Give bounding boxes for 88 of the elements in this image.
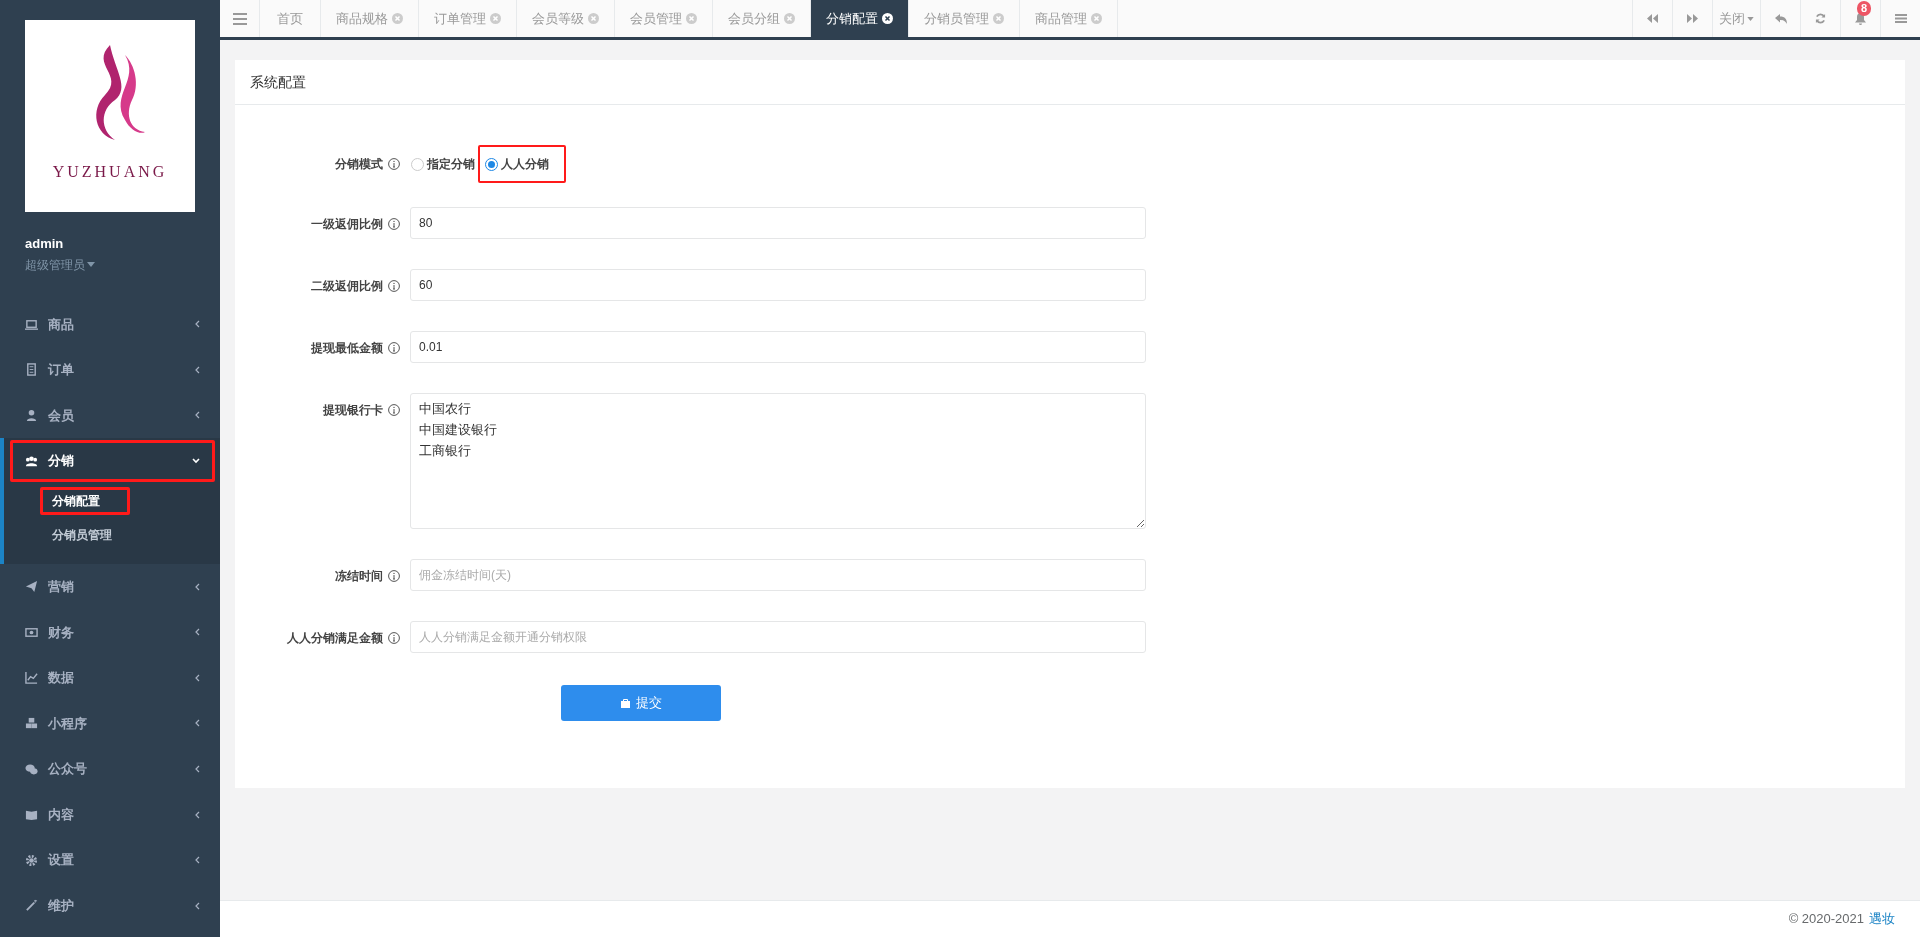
info-icon [388,218,400,230]
menu-item[interactable]: 公众号 [0,746,220,792]
footer-link[interactable]: 遇妆 [1869,909,1895,929]
text-area[interactable]: 中国农行 中国建设银行 工商银行 [410,393,1146,529]
field-label: 分销模式 [335,156,383,173]
info-icon [388,404,400,416]
card-title: 系统配置 [250,72,306,92]
submenu-item[interactable]: 分销员管理 [4,517,220,552]
chevron-left-icon [195,856,200,865]
menu-item[interactable]: 营销 [0,563,220,610]
double-right-icon [1687,14,1698,23]
line-chart-icon [25,671,38,685]
chevron-left-icon [195,810,200,819]
tab[interactable]: 分销员管理 [909,0,1020,37]
info-icon [388,158,400,170]
info-icon [388,570,400,582]
submit-button[interactable]: 提交 [561,685,721,721]
menu-item[interactable]: 数据 [0,655,220,701]
chevron-left-icon [195,673,200,682]
laptop-icon [25,317,38,331]
tab[interactable]: 会员等级 [517,0,615,37]
chat-icon [25,762,38,776]
info-icon [388,632,400,644]
input-field[interactable]: 人人分销满足金额开通分销权限 [410,621,1146,653]
info-icon [388,342,400,354]
cubes-icon [25,716,38,730]
input-field[interactable]: 佣金冻结时间(天) [410,559,1146,591]
radio-option[interactable]: 指定分销 [408,151,478,177]
copyright-text: © 2020-2021 [1788,910,1864,929]
bell-icon [1855,12,1866,25]
field-label: 人人分销满足金额 [287,630,383,647]
close-dropdown[interactable]: 关闭 [1712,0,1760,37]
menu-item[interactable]: 财务 [0,609,220,656]
menu-item[interactable]: 内容 [0,791,220,838]
info-icon [388,280,400,292]
user-name: admin [25,235,65,253]
field-label: 一级返佣比例 [311,216,383,233]
menu-item[interactable]: 商品 [0,301,220,348]
menu-item[interactable]: 小程序 [0,700,220,747]
chevron-left-icon [195,901,200,910]
chevron-left-icon [195,411,200,420]
user-icon [25,409,38,422]
settings-icon [25,853,38,867]
input-field[interactable]: 0.01 [410,331,1146,363]
menu-item[interactable]: 维护 [0,883,220,929]
menu-item[interactable]: 会员 [0,392,220,439]
chevron-left-icon [195,320,200,329]
input-field[interactable]: 80 [410,207,1146,239]
tab[interactable]: 商品管理 [1020,0,1118,37]
input-field[interactable]: 60 [410,269,1146,301]
menu-item[interactable]: 设置 [0,837,220,884]
chevron-left-icon [195,765,200,774]
paper-plane-icon [25,580,38,594]
banknote-icon [25,625,38,639]
field-label: 冻结时间 [335,568,383,585]
refresh-icon [1815,13,1826,24]
wand-icon [25,899,38,913]
notification-button[interactable]: 8 [1840,0,1880,37]
shopping-bag-icon [620,698,630,708]
close-icon[interactable] [882,13,893,24]
menu-item[interactable]: 分销 [4,438,220,484]
caret-icon [1747,16,1754,21]
radio-option[interactable]: 人人分销 [482,151,552,177]
reply-icon [1774,13,1787,24]
submenu-item[interactable]: 分销配置 [4,483,220,518]
notification-badge: 8 [1857,1,1871,16]
chevron-left-icon [195,365,200,374]
logo-text: YUZHUANG [52,162,168,182]
tab[interactable]: 首页 [260,0,321,37]
chevron-left-icon [195,719,200,728]
tab[interactable]: 会员管理 [615,0,713,37]
field-label: 提现银行卡 [323,402,383,419]
users-icon [25,454,38,468]
chevron-left-icon [195,582,200,591]
menu-item[interactable]: 订单 [0,347,220,393]
field-label: 提现最低金额 [311,340,383,357]
book-icon [25,808,38,822]
field-label: 二级返佣比例 [311,278,383,295]
double-left-icon [1647,14,1658,23]
list-icon [1894,14,1907,23]
caret-icon [87,262,95,267]
role-dropdown[interactable]: 超级管理员 [25,255,95,274]
tab[interactable]: 商品规格 [321,0,419,37]
chevron-left-icon [195,628,200,637]
chevron-down-icon [192,458,200,465]
tab[interactable]: 分销配置 [811,0,909,37]
tab[interactable]: 订单管理 [419,0,517,37]
receipt-icon [25,363,38,377]
